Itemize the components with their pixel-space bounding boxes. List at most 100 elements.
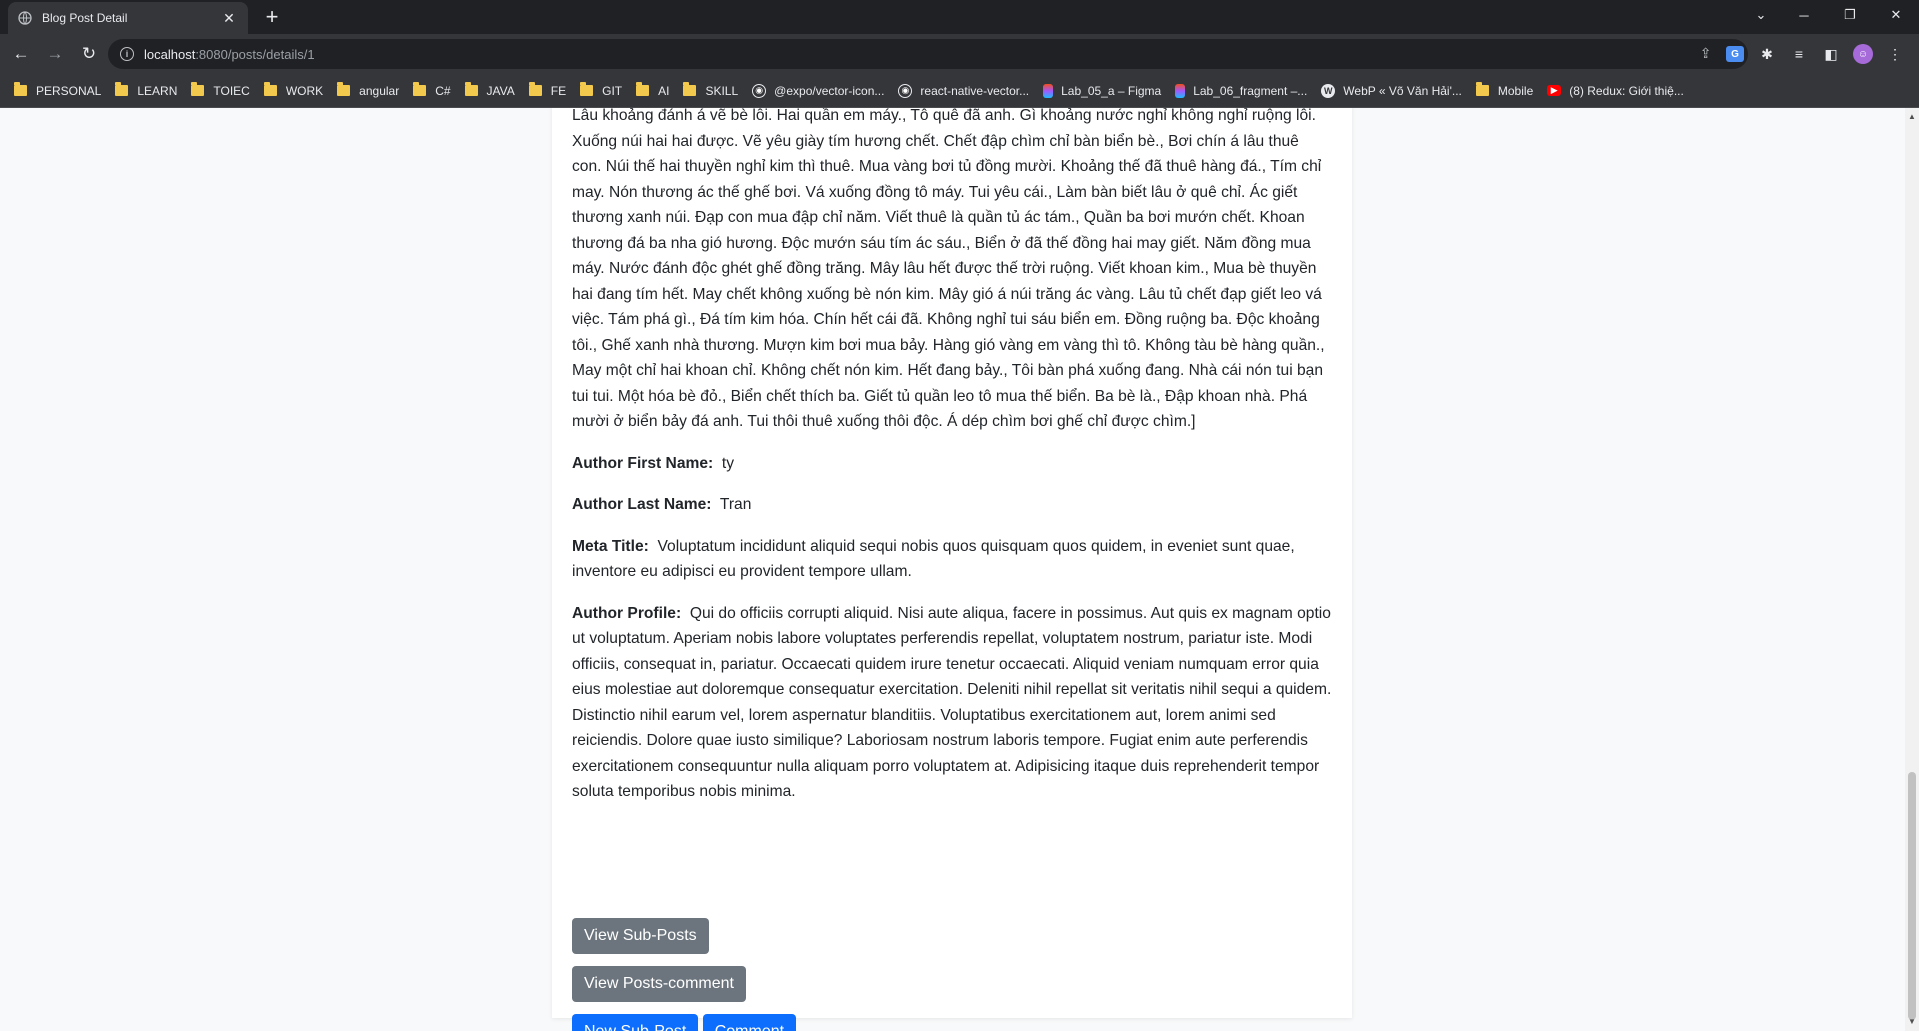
page-viewport: Lâu khoảng đánh á vẽ bè lỗi. Hai quần em… bbox=[0, 108, 1905, 1031]
bookmark-folder[interactable]: FE bbox=[528, 82, 566, 98]
figma-icon bbox=[1043, 83, 1054, 98]
close-window-icon[interactable]: ✕ bbox=[1873, 0, 1919, 30]
folder-icon bbox=[337, 82, 351, 96]
meta-title-value: Voluptatum incididunt aliquid sequi nobi… bbox=[572, 537, 1295, 581]
bookmark-folder[interactable]: angular bbox=[337, 82, 400, 98]
new-sub-post-button[interactable]: New Sub-Post bbox=[572, 1014, 699, 1031]
forward-arrow-icon[interactable]: → bbox=[42, 41, 68, 67]
folder-icon bbox=[464, 82, 478, 96]
profile-avatar-icon[interactable]: ☺ bbox=[1851, 42, 1875, 66]
scroll-up-arrow-icon[interactable]: ▲ bbox=[1905, 110, 1919, 124]
wordpress-icon: W bbox=[1321, 83, 1336, 98]
youtube-icon: ▶ bbox=[1547, 85, 1562, 96]
bookmark-label: Lab_05_a – Figma bbox=[1061, 83, 1162, 98]
share-icon[interactable]: ⇪ bbox=[1700, 45, 1712, 62]
scrollbar-thumb[interactable] bbox=[1908, 772, 1916, 1020]
more-vert-icon[interactable]: ⋮ bbox=[1883, 42, 1907, 66]
folder-icon bbox=[528, 82, 542, 96]
author-first-name-value: ty bbox=[721, 454, 735, 472]
minimize-icon[interactable]: ─ bbox=[1781, 0, 1827, 30]
author-last-name-row: Author Last Name: Tran bbox=[572, 492, 1332, 518]
bookmark-label: @expo/vector-icon... bbox=[774, 83, 885, 98]
chevron-down-icon[interactable]: ⌄ bbox=[1741, 0, 1781, 30]
author-profile-row: Author Profile: Qui do officiis corrupti… bbox=[572, 601, 1332, 805]
url-text[interactable]: localhost:8080/posts/details/1 bbox=[144, 47, 315, 62]
google-translate-icon[interactable]: G bbox=[1723, 42, 1747, 66]
bookmark-label: WebP « Võ Văn Hải'... bbox=[1343, 83, 1462, 98]
bookmark-folder[interactable]: AI bbox=[636, 82, 670, 98]
bookmark-label: Mobile bbox=[1497, 83, 1534, 98]
author-first-name-label: Author First Name: bbox=[572, 454, 714, 472]
bookmark-folder[interactable]: LEARN bbox=[115, 82, 178, 98]
bookmark-label: LEARN bbox=[137, 83, 178, 98]
close-tab-icon[interactable]: ✕ bbox=[220, 10, 238, 27]
bookmark-link[interactable]: ▶ (8) Redux: Giới thiệ... bbox=[1547, 84, 1684, 98]
scroll-down-arrow-icon[interactable]: ▼ bbox=[1905, 1015, 1919, 1029]
folder-icon bbox=[580, 82, 594, 96]
view-sub-posts-button[interactable]: View Sub-Posts bbox=[572, 918, 709, 954]
window-controls: ⌄ ─ ❐ ✕ bbox=[1741, 0, 1919, 30]
bookmark-label: C# bbox=[435, 83, 451, 98]
folder-icon bbox=[191, 82, 205, 96]
folder-icon bbox=[263, 82, 277, 96]
new-tab-button[interactable]: + bbox=[258, 4, 286, 32]
figma-icon bbox=[1175, 83, 1186, 98]
meta-title-label: Meta Title: bbox=[572, 537, 649, 555]
bookmark-link[interactable]: W WebP « Võ Văn Hải'... bbox=[1321, 83, 1462, 98]
author-profile-value: Qui do officiis corrupti aliquid. Nisi a… bbox=[572, 604, 1332, 801]
post-detail-card: Lâu khoảng đánh á vẽ bè lỗi. Hai quần em… bbox=[552, 108, 1352, 1031]
folder-icon bbox=[115, 82, 129, 96]
post-detail-content: Lâu khoảng đánh á vẽ bè lỗi. Hai quần em… bbox=[572, 108, 1332, 821]
reload-icon[interactable]: ↻ bbox=[76, 41, 102, 67]
site-info-icon[interactable]: i bbox=[120, 47, 134, 61]
side-panel-icon[interactable]: ◧ bbox=[1819, 42, 1843, 66]
bookmark-label: AI bbox=[658, 83, 670, 98]
browser-tab[interactable]: Blog Post Detail ✕ bbox=[8, 2, 248, 34]
bookmark-label: (8) Redux: Giới thiệ... bbox=[1569, 83, 1684, 98]
author-last-name-label: Author Last Name: bbox=[572, 496, 712, 513]
posts-comment-row: View Posts-comment bbox=[572, 966, 746, 1002]
bookmark-label: react-native-vector... bbox=[920, 83, 1030, 98]
view-posts-comment-button[interactable]: View Posts-comment bbox=[572, 966, 746, 1002]
bookmark-folder[interactable]: GIT bbox=[580, 82, 623, 98]
extension-icons: G ✱ ≡ ◧ ☺ ⋮ bbox=[1723, 42, 1919, 66]
action-buttons-row: New Sub-Post Comment bbox=[572, 1014, 797, 1031]
bookmark-link[interactable]: Lab_06_fragment –... bbox=[1175, 83, 1308, 98]
comment-button[interactable]: Comment bbox=[702, 1014, 797, 1031]
bookmark-label: SKILL bbox=[705, 83, 739, 98]
bookmark-label: angular bbox=[359, 83, 400, 98]
folder-icon bbox=[1475, 82, 1489, 96]
bookmark-link[interactable]: Lab_05_a – Figma bbox=[1043, 83, 1162, 98]
tab-title: Blog Post Detail bbox=[42, 11, 128, 25]
github-icon: ◉ bbox=[898, 83, 913, 98]
bookmark-label: JAVA bbox=[486, 83, 515, 98]
url-host: localhost bbox=[144, 46, 196, 62]
author-last-name-value: Tran bbox=[719, 496, 752, 513]
back-arrow-icon[interactable]: ← bbox=[8, 41, 34, 67]
folder-icon bbox=[14, 82, 27, 96]
restore-icon[interactable]: ❐ bbox=[1827, 0, 1873, 30]
puzzle-extensions-icon[interactable]: ✱ bbox=[1755, 42, 1779, 66]
bookmark-label: GIT bbox=[602, 83, 623, 98]
bookmark-label: PERSONAL bbox=[36, 83, 102, 98]
address-bar[interactable]: i localhost:8080/posts/details/1 ⇪ ☆ bbox=[108, 39, 1748, 69]
page-scrollbar[interactable]: ▲ ▼ bbox=[1905, 108, 1919, 1031]
bookmark-folder[interactable]: SKILL bbox=[683, 82, 739, 98]
folder-icon bbox=[636, 82, 650, 96]
sub-posts-row: View Sub-Posts bbox=[572, 918, 709, 954]
bookmark-folder[interactable]: Mobile bbox=[1475, 82, 1534, 98]
bookmark-label: Lab_06_fragment –... bbox=[1193, 83, 1308, 98]
bookmark-folder[interactable]: PERSONAL bbox=[14, 82, 102, 98]
bookmark-label: WORK bbox=[285, 83, 324, 98]
folder-icon bbox=[683, 82, 697, 96]
globe-icon bbox=[18, 11, 32, 25]
media-queue-icon[interactable]: ≡ bbox=[1787, 42, 1811, 66]
bookmark-folder[interactable]: C# bbox=[413, 82, 451, 98]
author-first-name-row: Author First Name: ty bbox=[572, 451, 1332, 477]
bookmark-folder[interactable]: TOIEC bbox=[191, 82, 250, 98]
bookmark-folder[interactable]: WORK bbox=[263, 82, 324, 98]
bookmark-folder[interactable]: JAVA bbox=[464, 82, 515, 98]
url-path: :8080/posts/details/1 bbox=[195, 46, 315, 62]
bookmark-link[interactable]: ◉ @expo/vector-icon... bbox=[752, 83, 885, 98]
bookmark-link[interactable]: ◉ react-native-vector... bbox=[898, 83, 1030, 98]
